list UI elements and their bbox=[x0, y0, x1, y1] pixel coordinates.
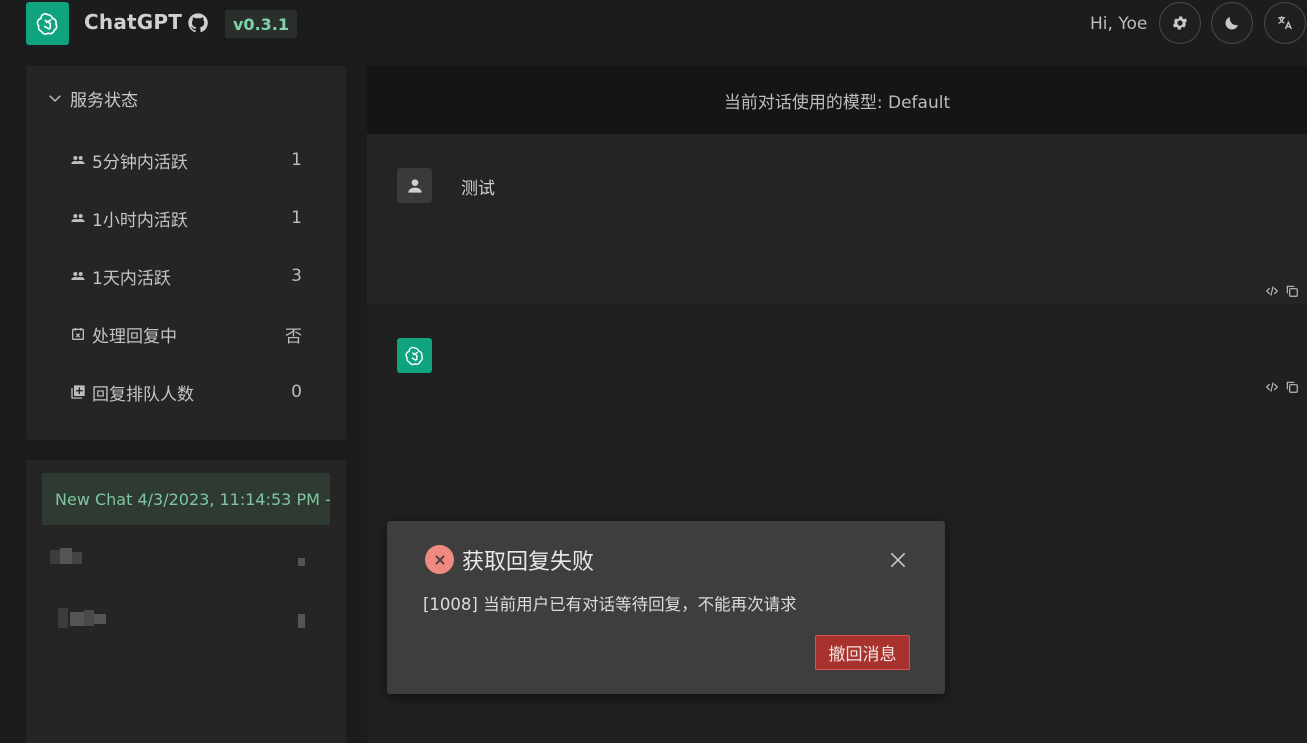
model-info-bar: 当前对话使用的模型: Default bbox=[367, 66, 1307, 134]
status-value: 否 bbox=[285, 326, 302, 347]
person-icon bbox=[407, 178, 422, 193]
status-label: 处理回复中 bbox=[92, 326, 177, 347]
top-bar: ChatGPT v0.3.1 Hi, Yoe bbox=[0, 0, 1307, 48]
status-item-1hour: 1小时内活跃 1 bbox=[70, 206, 302, 231]
chat-list-panel: New Chat 4/3/2023, 11:14:53 PM - bbox=[26, 460, 346, 743]
code-icon[interactable] bbox=[1265, 284, 1279, 298]
status-label: 1天内活跃 bbox=[92, 268, 171, 289]
user-avatar bbox=[397, 168, 432, 203]
dialog-close-button[interactable] bbox=[887, 549, 909, 571]
openai-logo-icon bbox=[404, 346, 423, 365]
assistant-avatar bbox=[397, 338, 432, 373]
status-label: 回复排队人数 bbox=[92, 384, 194, 405]
status-value: 3 bbox=[291, 266, 302, 286]
dialog-message: [1008] 当前用户已有对话等待回复，不能再次请求 bbox=[423, 595, 797, 614]
github-icon[interactable] bbox=[187, 12, 209, 34]
copy-icon[interactable] bbox=[1285, 380, 1299, 394]
status-item-queue: 回复排队人数 0 bbox=[70, 380, 302, 405]
status-item-processing: 处理回复中 否 bbox=[70, 322, 302, 347]
service-status-panel: 服务状态 5分钟内活跃 1 1小时内活跃 1 1天内活跃 3 处理回复中 否 回… bbox=[26, 66, 346, 440]
openai-logo-icon[interactable] bbox=[26, 2, 69, 45]
status-label: 1小时内活跃 bbox=[92, 210, 188, 231]
language-button[interactable] bbox=[1264, 2, 1306, 44]
code-icon[interactable] bbox=[1265, 380, 1279, 394]
close-icon bbox=[890, 552, 906, 568]
dialog-title: 获取回复失败 bbox=[462, 550, 595, 575]
users-icon bbox=[70, 151, 88, 169]
status-value: 1 bbox=[291, 150, 302, 170]
error-icon bbox=[425, 545, 454, 574]
status-item-1day: 1天内活跃 3 bbox=[70, 264, 302, 289]
chevron-down-icon bbox=[49, 95, 61, 103]
message-text: 测试 bbox=[461, 179, 495, 199]
copy-icon[interactable] bbox=[1285, 284, 1299, 298]
gear-icon bbox=[1172, 16, 1188, 30]
status-item-5min: 5分钟内活跃 1 bbox=[70, 148, 302, 173]
service-status-title: 服务状态 bbox=[70, 90, 138, 111]
app-title: ChatGPT bbox=[84, 10, 183, 34]
users-icon bbox=[70, 209, 88, 227]
status-label: 5分钟内活跃 bbox=[92, 152, 188, 173]
service-status-header[interactable]: 服务状态 bbox=[46, 86, 138, 111]
retract-message-button[interactable]: 撤回消息 bbox=[815, 635, 910, 670]
status-value: 0 bbox=[291, 382, 302, 402]
theme-toggle-button[interactable] bbox=[1211, 2, 1253, 44]
users-icon bbox=[70, 267, 88, 285]
settings-button[interactable] bbox=[1159, 2, 1201, 44]
translate-icon bbox=[1278, 16, 1292, 30]
error-dialog: 获取回复失败 [1008] 当前用户已有对话等待回复，不能再次请求 撤回消息 bbox=[387, 521, 945, 694]
chat-list-item-active[interactable]: New Chat 4/3/2023, 11:14:53 PM - bbox=[42, 473, 330, 525]
status-value: 1 bbox=[291, 208, 302, 228]
version-badge: v0.3.1 bbox=[225, 10, 297, 38]
message-tools bbox=[1265, 284, 1299, 298]
calendar-x-icon bbox=[70, 325, 88, 343]
user-greeting: Hi, Yoe bbox=[1090, 14, 1148, 34]
moon-icon bbox=[1225, 17, 1238, 30]
message-tools bbox=[1265, 380, 1299, 394]
message-user: 测试 bbox=[367, 134, 1307, 304]
queue-add-icon bbox=[70, 383, 88, 401]
